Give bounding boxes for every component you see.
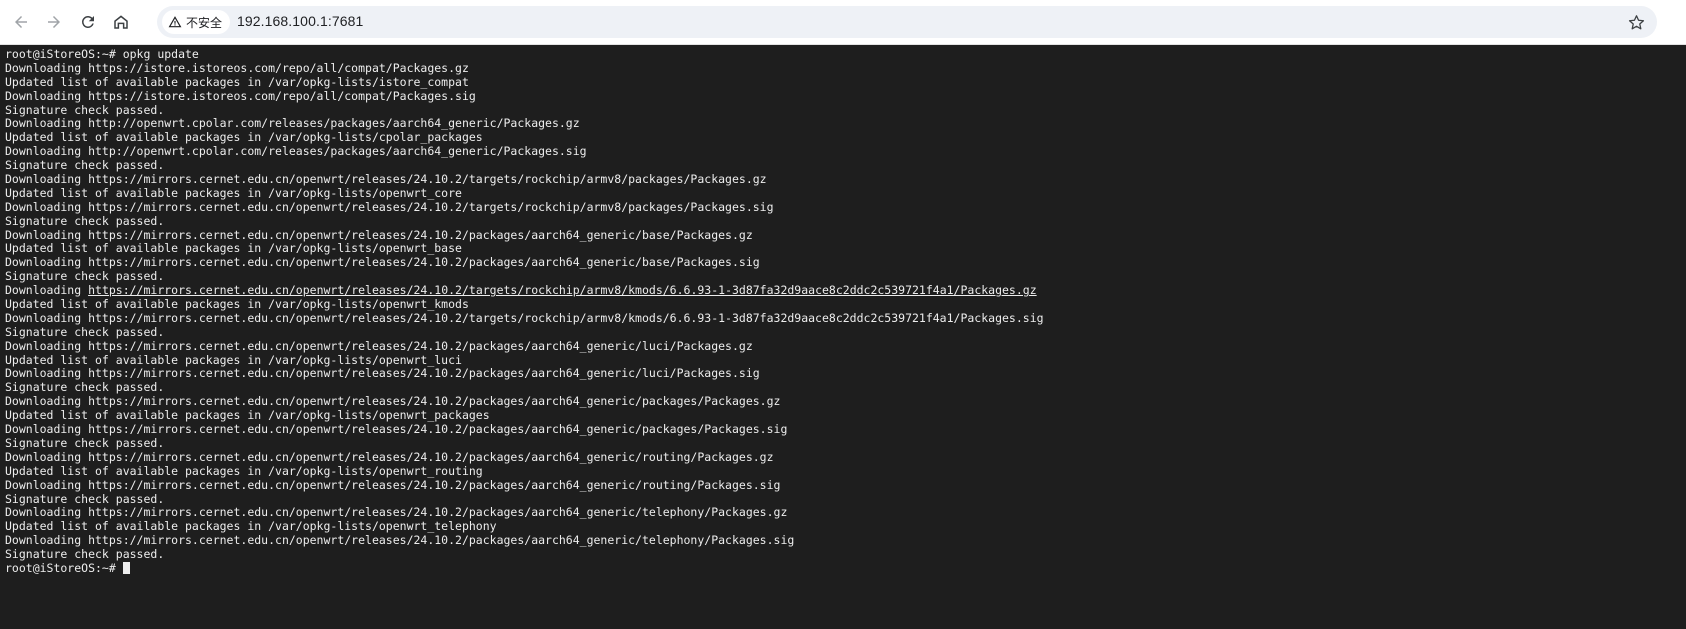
terminal-line: Signature check passed.: [5, 547, 1686, 562]
terminal-line-text: Updated list of available packages in /v…: [5, 130, 483, 145]
terminal-prompt-line: root@iStoreOS:~#: [5, 560, 1686, 576]
prompt: root@iStoreOS:~#: [5, 560, 123, 575]
terminal-line-text: Downloading https://mirrors.cernet.edu.c…: [5, 338, 753, 353]
terminal-line: Downloading http://openwrt.cpolar.com/re…: [5, 117, 1686, 131]
terminal-line: Signature check passed.: [5, 491, 1686, 507]
browser-toolbar: 不安全 192.168.100.1:7681: [0, 0, 1686, 45]
arrow-left-icon: [15, 16, 27, 28]
terminal-line: Signature check passed.: [5, 213, 1686, 229]
home-icon: [114, 15, 128, 29]
terminal-line-text: Downloading https://mirrors.cernet.edu.c…: [5, 227, 753, 242]
terminal-line: Downloading http://openwrt.cpolar.com/re…: [5, 144, 1686, 159]
security-label: 不安全: [186, 15, 223, 30]
terminal-line-text: Downloading http://openwrt.cpolar.com/re…: [5, 144, 587, 159]
terminal-line: Signature check passed.: [5, 269, 1686, 284]
terminal-line: Downloading https://istore.istoreos.com/…: [5, 88, 1686, 104]
terminal-line-text: Downloading https://mirrors.cernet.edu.c…: [5, 422, 788, 437]
address-bar[interactable]: 不安全 192.168.100.1:7681: [157, 6, 1657, 38]
terminal-line-text: Updated list of available packages in /v…: [5, 74, 469, 89]
terminal-line-text: Signature check passed.: [5, 324, 165, 339]
terminal-line-text: Signature check passed.: [5, 435, 165, 450]
reload-icon: [81, 15, 94, 28]
terminal-line: Downloading https://mirrors.cernet.edu.c…: [5, 255, 1686, 270]
terminal-line: Downloading https://mirrors.cernet.edu.c…: [5, 199, 1686, 215]
home-button[interactable]: [107, 8, 135, 36]
terminal-line-text: Downloading https://mirrors.cernet.edu.c…: [5, 449, 774, 464]
terminal-line-text: Signature check passed.: [5, 158, 165, 173]
terminal-line: Downloading https://mirrors.cernet.edu.c…: [5, 367, 1686, 381]
terminal-line-text: Downloading https://mirrors.cernet.edu.c…: [5, 366, 760, 381]
terminal-line: Updated list of available packages in /v…: [5, 519, 1686, 534]
terminal-line: Downloading https://mirrors.cernet.edu.c…: [5, 172, 1686, 187]
terminal-line: Downloading https://mirrors.cernet.edu.c…: [5, 394, 1686, 409]
terminal-line-text: Signature check passed.: [5, 269, 165, 284]
terminal-line: Downloading https://mirrors.cernet.edu.c…: [5, 227, 1686, 243]
terminal-line: Signature check passed.: [5, 435, 1686, 451]
terminal-line-text: Downloading https://mirrors.cernet.edu.c…: [5, 172, 767, 187]
terminal-line-text: Updated list of available packages in /v…: [5, 297, 469, 312]
terminal-line-text: root@iStoreOS:~# opkg update: [5, 47, 199, 61]
terminal-line: Updated list of available packages in /v…: [5, 352, 1686, 368]
terminal-line: Downloading https://istore.istoreos.com/…: [5, 60, 1686, 76]
terminal-line: Updated list of available packages in /v…: [5, 242, 1686, 256]
terminal-line: Downloading https://mirrors.cernet.edu.c…: [5, 338, 1686, 354]
terminal-line: Updated list of available packages in /v…: [5, 408, 1686, 423]
terminal-line-text: Signature check passed.: [5, 547, 165, 562]
terminal-line-text: Updated list of available packages in /v…: [5, 519, 497, 534]
security-indicator[interactable]: 不安全: [162, 10, 231, 34]
terminal-line-text: Downloading https://mirrors.cernet.edu.c…: [5, 199, 774, 214]
terminal-line: root@iStoreOS:~# opkg update: [5, 47, 1686, 62]
terminal-line-text: Downloading: [5, 283, 89, 298]
terminal-line-text: Signature check passed.: [5, 491, 165, 506]
terminal-line: Signature check passed.: [5, 380, 1686, 395]
terminal-line: Signature check passed.: [5, 158, 1686, 173]
terminal-cursor: [122, 561, 130, 574]
terminal-line-text: Updated list of available packages in /v…: [5, 352, 462, 367]
terminal-line: Downloading https://mirrors.cernet.edu.c…: [5, 449, 1686, 465]
forward-button[interactable]: [40, 8, 68, 36]
terminal-line-text: Updated list of available packages in /v…: [5, 241, 462, 256]
terminal-line: Updated list of available packages in /v…: [5, 463, 1686, 479]
terminal-line: Updated list of available packages in /v…: [5, 185, 1686, 201]
terminal-line-text: Downloading https://mirrors.cernet.edu.c…: [5, 394, 781, 409]
star-icon: [1628, 14, 1644, 29]
bookmark-button[interactable]: [1623, 9, 1649, 35]
terminal-line-text: Downloading https://mirrors.cernet.edu.c…: [5, 505, 788, 520]
terminal-line-text: Updated list of available packages in /v…: [5, 463, 483, 478]
terminal[interactable]: root@iStoreOS:~# opkg update Downloading …: [0, 45, 1686, 629]
terminal-line-text: Signature check passed.: [5, 102, 165, 117]
terminal-line-text: Updated list of available packages in /v…: [5, 185, 462, 200]
terminal-line-text: Downloading https://istore.istoreos.com/…: [5, 88, 476, 103]
back-button[interactable]: [7, 8, 35, 36]
terminal-line-text: Updated list of available packages in /v…: [5, 408, 490, 423]
terminal-line-text: Signature check passed.: [5, 380, 165, 395]
terminal-line: Downloading https://mirrors.cernet.edu.c…: [5, 310, 1686, 326]
terminal-line-text: Downloading https://mirrors.cernet.edu.c…: [5, 255, 760, 270]
terminal-line: Downloading https://mirrors.cernet.edu.c…: [5, 422, 1686, 437]
hovered-link[interactable]: https://mirrors.cernet.edu.cn/openwrt/re…: [88, 283, 1037, 297]
warning-triangle-icon: [168, 16, 182, 28]
terminal-line: Signature check passed.: [5, 324, 1686, 340]
terminal-line-text: Downloading https://mirrors.cernet.edu.c…: [5, 477, 781, 492]
terminal-line: Signature check passed.: [5, 102, 1686, 118]
terminal-line-text: Signature check passed.: [5, 213, 165, 228]
terminal-line: Updated list of available packages in /v…: [5, 130, 1686, 145]
url-text[interactable]: 192.168.100.1:7681: [237, 13, 363, 29]
terminal-line-text: Downloading https://mirrors.cernet.edu.c…: [5, 310, 1044, 325]
terminal-output: root@iStoreOS:~# opkg update Downloading …: [5, 47, 1686, 562]
terminal-line: Downloading https://mirrors.cernet.edu.c…: [5, 283, 1686, 298]
terminal-line: Updated list of available packages in /v…: [5, 297, 1686, 312]
terminal-line-text: Downloading https://istore.istoreos.com/…: [5, 60, 469, 75]
terminal-line: Downloading https://mirrors.cernet.edu.c…: [5, 505, 1686, 520]
terminal-line: Updated list of available packages in /v…: [5, 74, 1686, 90]
terminal-line: Downloading https://mirrors.cernet.edu.c…: [5, 477, 1686, 493]
terminal-line-text: Downloading https://mirrors.cernet.edu.c…: [5, 533, 795, 548]
arrow-right-icon: [48, 16, 60, 28]
terminal-line-text: Downloading http://openwrt.cpolar.com/re…: [5, 116, 580, 131]
reload-button[interactable]: [74, 8, 102, 36]
terminal-line: Downloading https://mirrors.cernet.edu.c…: [5, 533, 1686, 548]
